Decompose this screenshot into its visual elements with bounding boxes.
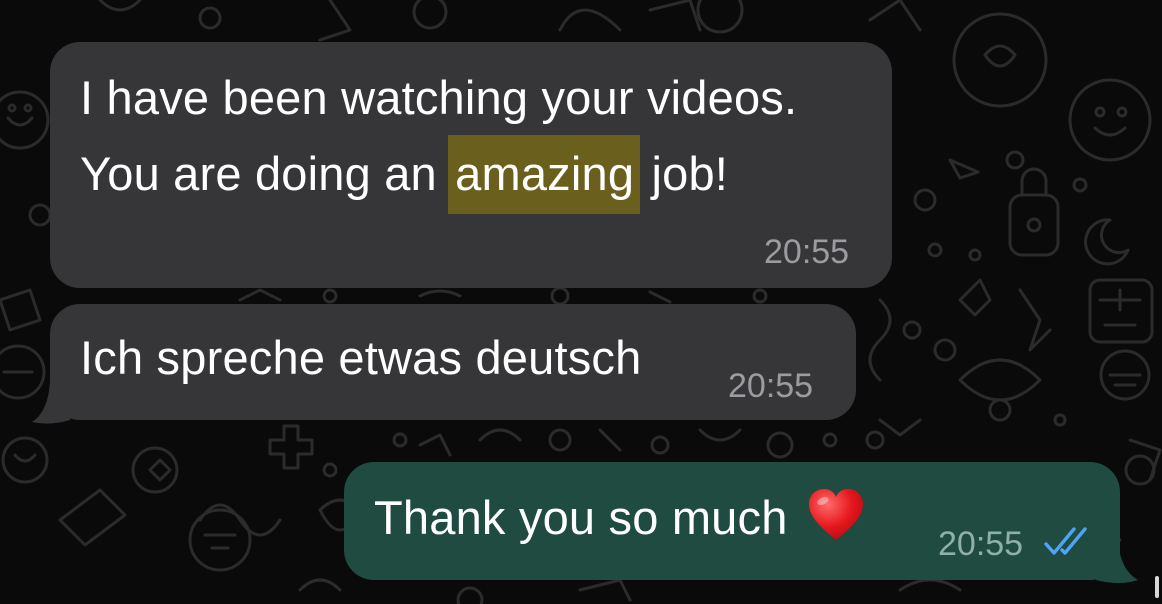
search-highlight: amazing [448,135,641,214]
message-text: Ich spreche etwas deutsch [80,331,642,384]
scroll-indicator[interactable] [1155,576,1159,598]
chat-view: I have been watching your videos. You ar… [0,0,1162,604]
message-text-line-1: I have been watching your videos. [80,71,798,124]
message-timestamp: 20:55 [938,525,1024,563]
read-double-check-icon [1044,527,1087,555]
message-bubble-outgoing[interactable]: Thank you so much 20:55 [344,462,1120,580]
heart-emoji-icon [808,489,863,540]
message-timestamp: 20:55 [764,233,850,271]
message-text-line-2: You are doing an amazing job! [80,135,729,214]
message-bubble-incoming[interactable]: Ich spreche etwas deutsch 20:55 [50,304,856,420]
message-bubble-incoming[interactable]: I have been watching your videos. You ar… [50,42,892,288]
message-text: Thank you so much [374,491,788,544]
message-text-after-highlight: job! [638,147,729,200]
message-text-before-highlight: You are doing an [80,147,451,200]
message-timestamp: 20:55 [728,367,814,405]
message-text-row: Thank you so much [374,488,865,546]
